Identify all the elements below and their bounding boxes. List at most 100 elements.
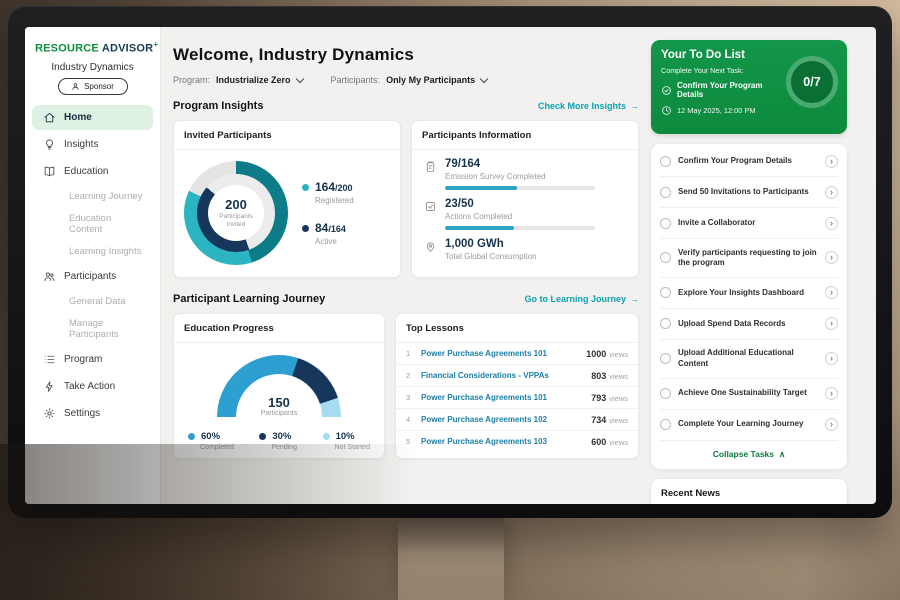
sidebar-item-learning-journey[interactable]: Learning Journey — [32, 186, 153, 207]
sidebar-item-insights[interactable]: Insights — [32, 132, 153, 157]
task-chevron-button[interactable]: › — [825, 352, 838, 365]
chevron-right-icon: › — [830, 253, 833, 262]
lesson-link[interactable]: Power Purchase Agreements 101 — [421, 349, 579, 358]
task-chevron-button[interactable]: › — [825, 387, 838, 400]
book-icon — [43, 165, 56, 178]
task-label: Invite a Collaborator — [678, 218, 818, 228]
sidebar-item-education-content[interactable]: Education Content — [32, 208, 153, 240]
legend-dot-pending — [259, 433, 266, 440]
task-row: Invite a Collaborator › — [660, 208, 838, 239]
task-label: Explore Your Insights Dashboard — [678, 288, 818, 298]
task-checkbox[interactable] — [660, 388, 671, 399]
chevron-down-icon — [480, 74, 488, 82]
progress-bar — [445, 186, 595, 190]
legend-dot-registered — [302, 184, 309, 191]
lesson-row: 4 Power Purchase Agreements 102 734views — [396, 409, 638, 431]
monitor-stand — [398, 517, 504, 600]
task-label: Upload Spend Data Records — [678, 319, 818, 329]
sidebar-item-label: General Data — [69, 296, 126, 307]
task-chevron-button[interactable]: › — [825, 155, 838, 168]
task-chevron-button[interactable]: › — [825, 251, 838, 264]
lesson-row: 1 Power Purchase Agreements 101 1000view… — [396, 343, 638, 365]
arrow-right-icon: → — [630, 101, 639, 111]
clock-icon — [661, 105, 672, 116]
task-chevron-button[interactable]: › — [825, 286, 838, 299]
lesson-link[interactable]: Power Purchase Agreements 103 — [421, 437, 584, 446]
lesson-link[interactable]: Power Purchase Agreements 101 — [421, 393, 584, 402]
task-checkbox[interactable] — [660, 218, 671, 229]
chevron-right-icon: › — [830, 389, 833, 398]
task-label: Verify participants requesting to join t… — [678, 248, 818, 269]
task-chevron-button[interactable]: › — [825, 418, 838, 431]
lesson-row: 3 Power Purchase Agreements 101 793views — [396, 387, 638, 409]
check-more-insights-link[interactable]: Check More Insights → — [538, 101, 639, 111]
task-checkbox[interactable] — [660, 252, 671, 263]
todo-next-task[interactable]: Confirm Your Program Details — [661, 81, 781, 99]
sidebar-item-label: Insights — [64, 139, 98, 150]
task-row: Confirm Your Program Details › — [660, 146, 838, 177]
lesson-link[interactable]: Financial Considerations - VPPAs — [421, 371, 584, 380]
chevron-right-icon: › — [830, 288, 833, 297]
learning-journey-header: Participant Learning Journey Go to Learn… — [173, 293, 639, 305]
sidebar-item-home[interactable]: Home — [32, 105, 153, 130]
sidebar-item-label: Learning Insights — [69, 246, 141, 257]
journey-card-row: Education Progress 150 Participants — [173, 313, 639, 459]
sidebar-item-program[interactable]: Program — [32, 347, 153, 372]
task-checkbox[interactable] — [660, 419, 671, 430]
invited-participants-donut-chart: 200 Participants Invited — [184, 161, 288, 265]
page-title: Welcome, Industry Dynamics — [173, 45, 639, 65]
go-to-learning-journey-link[interactable]: Go to Learning Journey → — [524, 294, 639, 304]
sidebar-item-general-data[interactable]: General Data — [32, 291, 153, 312]
task-checkbox[interactable] — [660, 156, 671, 167]
gear-icon — [43, 407, 56, 420]
sidebar-item-manage-participants[interactable]: Manage Participants — [32, 313, 153, 345]
sidebar: RESOURCE ADVISOR+ Industry Dynamics Spon… — [25, 27, 161, 504]
recent-news-title: Recent News — [661, 488, 837, 499]
task-chevron-button[interactable]: › — [825, 186, 838, 199]
lesson-link[interactable]: Power Purchase Agreements 102 — [421, 415, 584, 424]
card-title: Education Progress — [174, 314, 384, 343]
participants-filter-label: Participants: — [331, 75, 381, 85]
participants-filter[interactable]: Participants: Only My Participants — [331, 75, 488, 85]
insights-card-row: Invited Participants 200 Participants In… — [173, 120, 639, 278]
legend-label: Active — [315, 237, 354, 246]
org-name: Industry Dynamics — [25, 62, 160, 73]
task-row: Upload Spend Data Records › — [660, 309, 838, 340]
task-checkbox[interactable] — [660, 318, 671, 329]
chevron-right-icon: › — [830, 420, 833, 429]
program-insights-header: Program Insights Check More Insights → — [173, 100, 639, 112]
sidebar-item-take-action[interactable]: Take Action — [32, 374, 153, 399]
donut-center-label: Participants Invited — [214, 213, 258, 229]
sidebar-item-learning-insights[interactable]: Learning Insights — [32, 241, 153, 262]
todo-progress-count: 0/7 — [803, 75, 820, 89]
collapse-tasks-button[interactable]: Collapse Tasks ∧ — [660, 441, 838, 467]
task-checkbox[interactable] — [660, 353, 671, 364]
brand-plus: + — [153, 40, 158, 49]
check-circle-icon — [661, 85, 672, 96]
program-filter[interactable]: Program: Industrialize Zero — [173, 75, 303, 85]
task-row: Verify participants requesting to join t… — [660, 239, 838, 278]
people-icon — [43, 270, 56, 283]
stat-label: Actions Completed — [445, 212, 595, 221]
sidebar-item-label: Participants — [64, 271, 116, 282]
donut-center-value: 200 — [225, 197, 247, 212]
sponsor-badge[interactable]: Sponsor — [58, 78, 128, 95]
task-row: Complete Your Learning Journey › — [660, 410, 838, 441]
task-chevron-button[interactable]: › — [825, 217, 838, 230]
lightbulb-icon — [43, 138, 56, 151]
task-chevron-button[interactable]: › — [825, 317, 838, 330]
task-checkbox[interactable] — [660, 287, 671, 298]
sponsor-badge-label: Sponsor — [84, 82, 114, 91]
recent-news-card: Recent News — [651, 479, 847, 504]
sidebar-item-participants[interactable]: Participants — [32, 264, 153, 289]
chevron-right-icon: › — [830, 219, 833, 228]
task-label: Confirm Your Program Details — [678, 156, 818, 166]
sidebar-item-settings[interactable]: Settings — [32, 401, 153, 426]
todo-task-list: Confirm Your Program Details › Send 50 I… — [651, 144, 847, 469]
task-checkbox[interactable] — [660, 187, 671, 198]
top-lessons-card: Top Lessons 1 Power Purchase Agreements … — [395, 313, 639, 459]
clipboard-icon — [424, 160, 437, 173]
donut-center: 200 Participants Invited — [208, 185, 264, 241]
sidebar-item-education[interactable]: Education — [32, 159, 153, 184]
arrow-right-icon: → — [630, 294, 639, 304]
